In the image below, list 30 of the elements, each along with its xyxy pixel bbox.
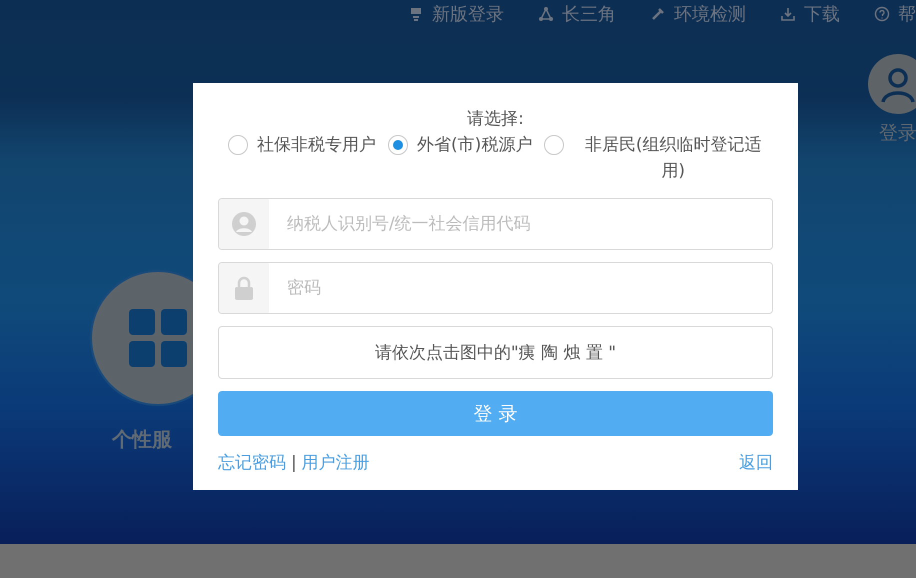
nav-link[interactable]: 新版登录 <box>432 2 504 26</box>
nav-icon <box>780 6 796 22</box>
captcha-button[interactable]: 请依次点击图中的"痍 陶 烛 置 " <box>218 326 773 379</box>
input-field[interactable]: 密码 <box>218 262 773 314</box>
nav-link[interactable]: 下载 <box>804 2 840 26</box>
service-label: 个性服 <box>112 426 172 453</box>
register-link[interactable]: 用户注册 <box>302 451 370 474</box>
radio-label[interactable]: 外省(市)税源户 <box>417 132 532 158</box>
back-link[interactable]: 返回 <box>739 451 773 474</box>
forgot-password-link[interactable]: 忘记密码 <box>218 451 286 474</box>
avatar-icon[interactable] <box>868 54 916 114</box>
separator: | <box>291 452 297 472</box>
login-button[interactable]: 登 录 <box>218 391 773 436</box>
nav-icon <box>650 6 666 22</box>
nav-link[interactable]: 环境检测 <box>674 2 746 26</box>
radio-button[interactable] <box>388 135 408 155</box>
nav-icon <box>408 6 424 22</box>
input-field[interactable]: 纳税人识别号/统一社会信用代码 <box>218 198 773 250</box>
radio-label[interactable]: 社保非税专用户 <box>257 132 376 158</box>
radio-button[interactable] <box>544 135 564 155</box>
grid-icon <box>129 309 187 367</box>
radio-label[interactable]: 非居民(组织临时登记适用) <box>573 132 773 184</box>
login-label[interactable]: 登录 <box>879 120 916 146</box>
nav-link[interactable]: 帮 <box>898 2 916 26</box>
nav-icon <box>874 6 890 22</box>
nav-icon <box>538 6 554 22</box>
radio-button[interactable] <box>228 135 248 155</box>
prompt-text: 请选择: <box>467 108 524 130</box>
nav-link[interactable]: 长三角 <box>562 2 616 26</box>
user-icon <box>231 211 257 237</box>
